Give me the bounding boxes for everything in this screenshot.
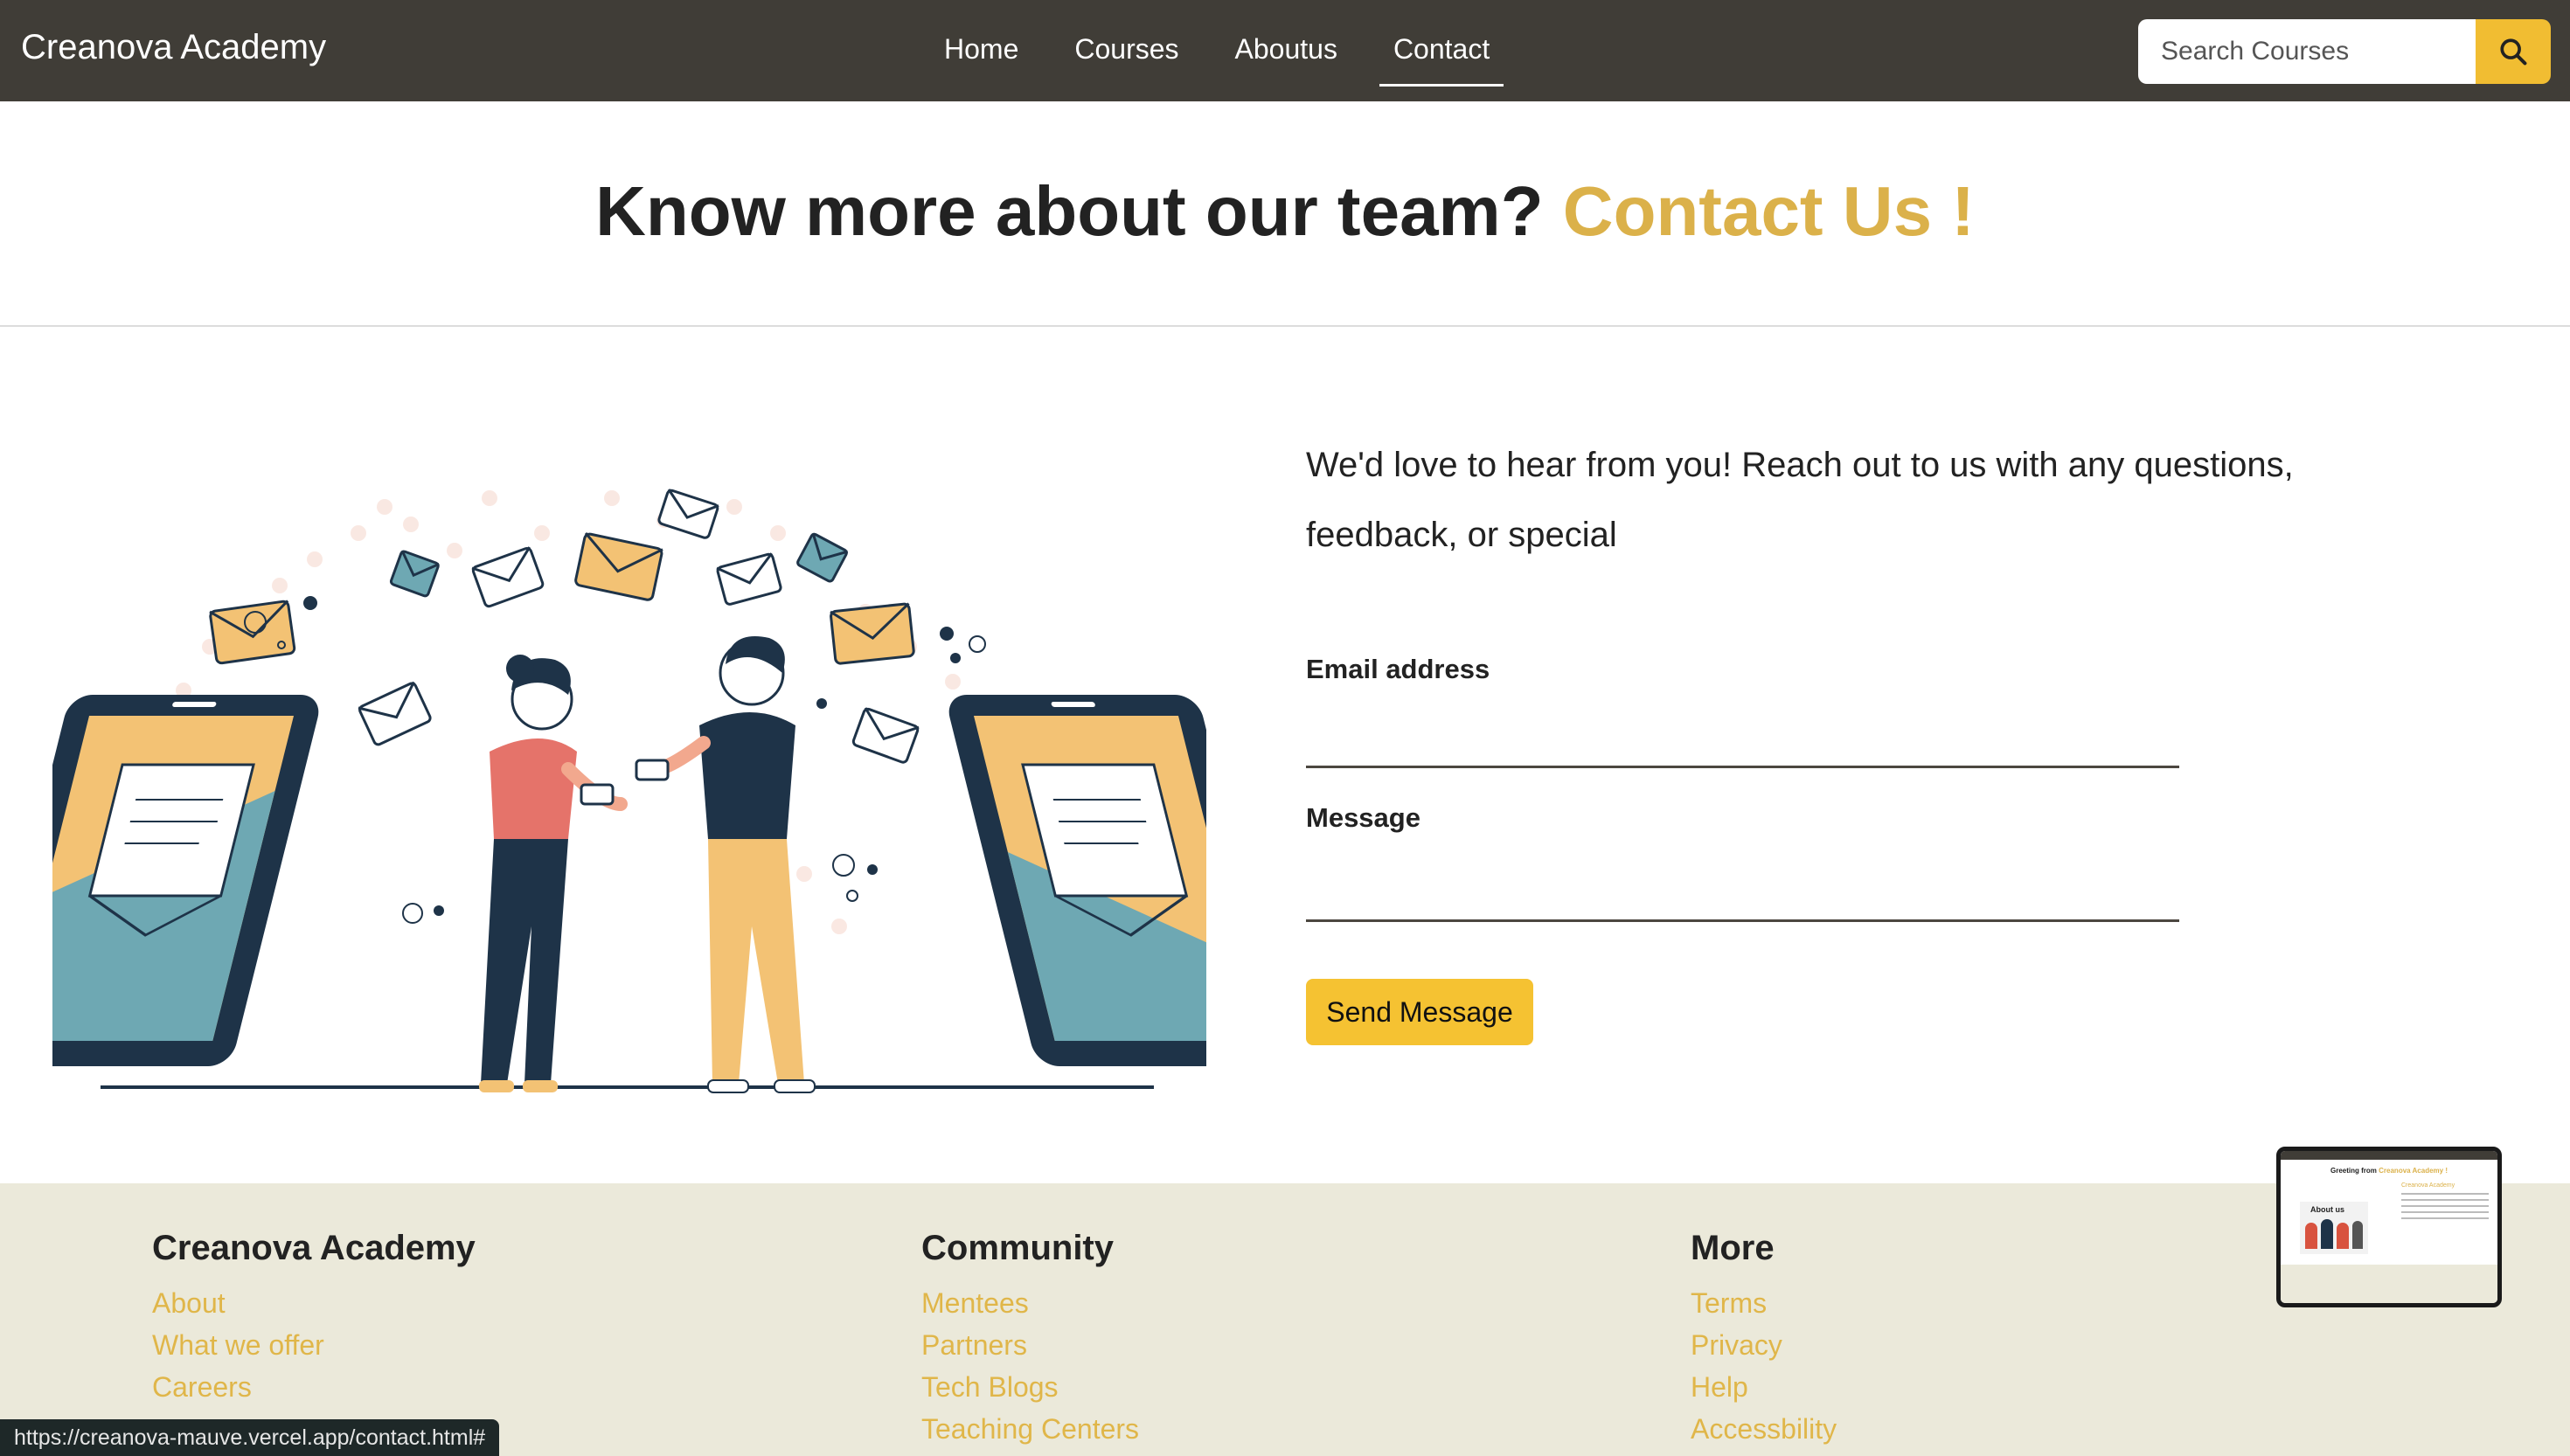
- footer-title: Creanova Academy: [152, 1229, 476, 1267]
- preview-heading-text: Greeting from: [2330, 1167, 2377, 1175]
- footer-link-help[interactable]: Help: [1691, 1366, 1837, 1408]
- footer-title: Community: [921, 1229, 1114, 1267]
- footer-link-about[interactable]: About: [152, 1282, 476, 1324]
- email-field[interactable]: [1306, 720, 2183, 766]
- nav-contact[interactable]: Contact: [1379, 33, 1504, 87]
- footer-link-privacy[interactable]: Privacy: [1691, 1324, 1837, 1366]
- footer-title: More: [1691, 1229, 1775, 1267]
- footer-col-more: More Terms Privacy Help Accessbility: [1691, 1229, 1837, 1450]
- preview-heading-accent: Creanova Academy !: [2379, 1167, 2448, 1175]
- footer: Creanova Academy About What we offer Car…: [0, 1183, 2570, 1456]
- status-bar-url: https://creanova-mauve.vercel.app/contac…: [0, 1419, 500, 1456]
- nav-links: Home Courses Aboutus Contact: [944, 33, 1545, 87]
- preview-footer: [2281, 1265, 2497, 1303]
- heading-text: Know more about our team?: [595, 172, 1544, 250]
- preview-lines: [2401, 1193, 2489, 1219]
- send-message-button[interactable]: Send Message: [1306, 979, 1533, 1045]
- nav-courses[interactable]: Courses: [1074, 33, 1178, 66]
- search-button[interactable]: [2476, 19, 2551, 84]
- preview-heading: Greeting from Creanova Academy !: [2281, 1167, 2497, 1175]
- nav-home[interactable]: Home: [944, 33, 1018, 66]
- footer-link-careers[interactable]: Careers: [152, 1366, 476, 1408]
- message-field[interactable]: [1306, 874, 2183, 919]
- footer-link-accessibility[interactable]: Accessbility: [1691, 1408, 1837, 1450]
- footer-link-mentees[interactable]: Mentees: [921, 1282, 1139, 1324]
- footer-link-what-we-offer[interactable]: What we offer: [152, 1324, 476, 1366]
- footer-col-community: Community Mentees Partners Tech Blogs Te…: [921, 1229, 1139, 1450]
- message-field-underline: [1306, 919, 2179, 922]
- contact-intro: We'd love to hear from you! Reach out to…: [1306, 446, 2294, 554]
- page-heading: Know more about our team? Contact Us !: [0, 171, 2570, 252]
- footer-link-terms[interactable]: Terms: [1691, 1282, 1837, 1324]
- footer-link-teaching-centers[interactable]: Teaching Centers: [921, 1408, 1139, 1450]
- preview-navbar: [2281, 1151, 2497, 1160]
- footer-link-partners[interactable]: Partners: [921, 1324, 1139, 1366]
- preview-caption: About us: [2310, 1205, 2344, 1214]
- page-preview-thumbnail[interactable]: Greeting from Creanova Academy ! Creanov…: [2276, 1147, 2502, 1307]
- navbar: Creanova Academy Home Courses Aboutus Co…: [0, 0, 2570, 101]
- section-divider: [0, 325, 2570, 327]
- search-input[interactable]: [2138, 19, 2477, 84]
- magnifier-icon: [2500, 38, 2527, 66]
- preview-subheading: Creanova Academy: [2401, 1182, 2455, 1189]
- nav-aboutus[interactable]: Aboutus: [1235, 33, 1337, 66]
- preview-illustration: About us: [2300, 1202, 2368, 1254]
- message-label: Message: [1306, 802, 1420, 833]
- footer-col-academy: Creanova Academy About What we offer Car…: [152, 1229, 476, 1408]
- footer-link-tech-blogs[interactable]: Tech Blogs: [921, 1366, 1139, 1408]
- brand-logo[interactable]: Creanova Academy: [21, 28, 326, 67]
- email-field-underline: [1306, 766, 2179, 768]
- heading-accent: Contact Us !: [1562, 172, 1975, 250]
- contact-illustration: [52, 489, 1206, 1093]
- email-label: Email address: [1306, 654, 1490, 684]
